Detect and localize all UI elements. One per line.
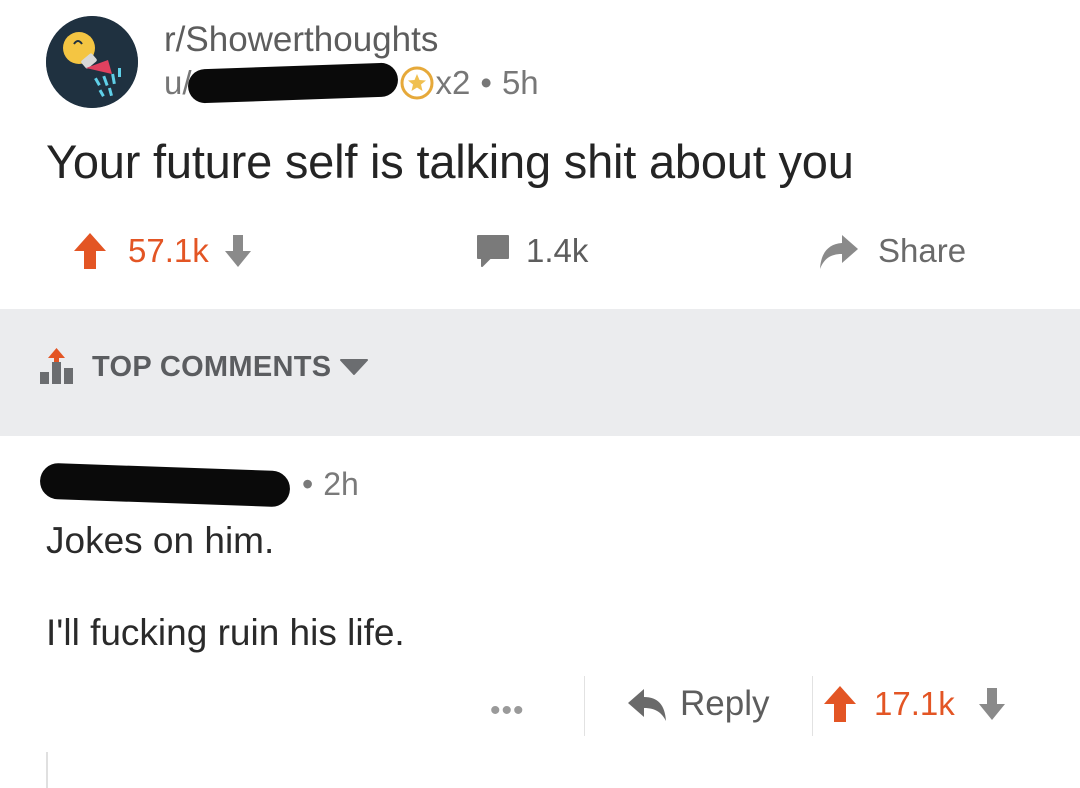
share-label: Share: [878, 232, 967, 269]
top-comments-icon: [40, 348, 73, 384]
reply-label: Reply: [680, 684, 770, 723]
comments-button[interactable]: 1.4k: [474, 226, 588, 276]
showerthoughts-avatar-icon: [46, 16, 138, 108]
redacted-username: [187, 62, 399, 104]
redacted-commenter: [39, 462, 291, 507]
reply-button[interactable]: Reply: [626, 684, 769, 724]
subreddit-name[interactable]: r/Showerthoughts: [164, 20, 438, 60]
meta-separator: •: [480, 64, 492, 101]
post-age: 5h: [501, 64, 539, 101]
upvote-icon[interactable]: [72, 231, 108, 271]
subreddit-avatar[interactable]: [46, 16, 138, 108]
post-vote-group: 57.1k: [72, 226, 253, 276]
comment-meta: • 2h: [39, 462, 359, 507]
comment-vote-group: 17.1k: [822, 684, 1007, 724]
comment-upvote-count: 17.1k: [874, 685, 955, 722]
sort-label: TOP COMMENTS: [92, 350, 332, 383]
share-button[interactable]: Share: [816, 226, 966, 276]
comment-age: 2h: [323, 466, 359, 502]
award-count: x2: [435, 64, 471, 101]
chevron-down-icon: [340, 359, 369, 375]
reply-icon: [628, 689, 666, 721]
comment-separator: •: [302, 466, 314, 502]
post-title[interactable]: Your future self is talking shit about y…: [46, 134, 854, 189]
comment-icon: [477, 235, 509, 267]
upvote-icon[interactable]: [822, 684, 858, 724]
divider: [584, 676, 585, 736]
post-upvote-count: 57.1k: [128, 232, 209, 269]
award-icon[interactable]: [400, 66, 434, 100]
comment-sort-dropdown[interactable]: TOP COMMENTS: [38, 348, 369, 386]
comments-count: 1.4k: [526, 232, 589, 269]
post-meta: u/ x2 • 5h: [164, 62, 539, 104]
comment-body-line: Jokes on him.: [46, 520, 275, 561]
comment-body-line: I'll fucking ruin his life.: [46, 612, 405, 653]
share-icon: [820, 235, 858, 269]
thread-line: [46, 752, 48, 788]
downvote-icon[interactable]: [223, 233, 253, 269]
more-options-button[interactable]: •••: [490, 694, 525, 728]
downvote-icon[interactable]: [977, 686, 1007, 722]
divider: [812, 676, 813, 736]
